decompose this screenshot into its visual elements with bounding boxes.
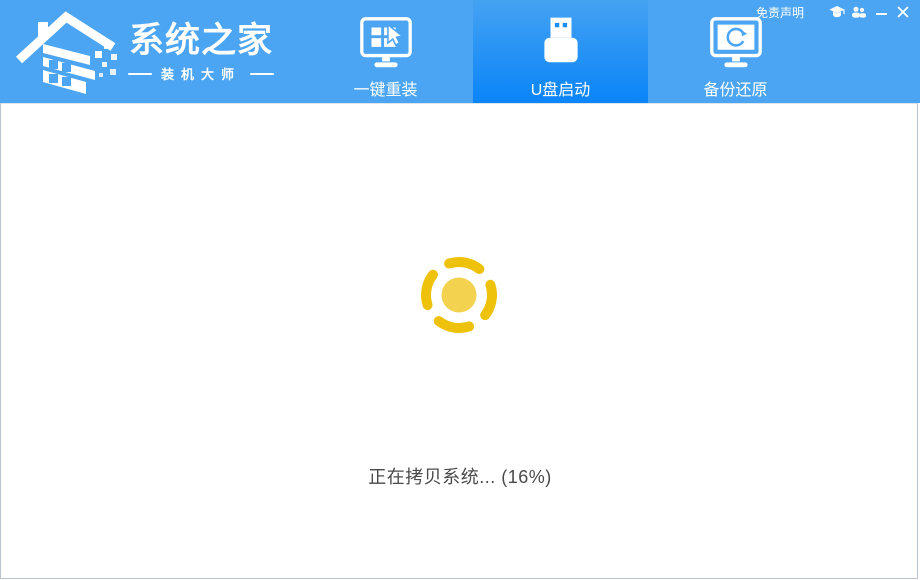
- tab-one-key-reinstall[interactable]: 一键重装: [298, 0, 473, 103]
- monitor-restore-icon: [705, 12, 767, 74]
- brand-text: 系统之家 装机大师: [128, 21, 274, 83]
- copy-progress-status: 正在拷贝系统... (16%): [0, 463, 920, 489]
- titlebar-controls: 免责声明: [756, 4, 912, 20]
- content-area: [0, 103, 918, 579]
- tab-label: U盘启动: [531, 76, 591, 100]
- brand-title: 系统之家: [129, 21, 273, 61]
- disclaimer-link[interactable]: 免责声明: [756, 4, 804, 21]
- tab-label: 一键重装: [353, 76, 417, 100]
- tab-usb-boot[interactable]: U盘启动: [473, 0, 648, 103]
- usb-drive-icon: [533, 12, 589, 74]
- nav-tabs: 一键重装 U盘启动: [298, 0, 823, 103]
- brand-tagline-text: 装机大师: [161, 64, 241, 83]
- minimize-icon[interactable]: [872, 4, 890, 20]
- tagline-dash-right: [250, 73, 274, 75]
- graduation-cap-icon[interactable]: [828, 4, 846, 20]
- app-window: 系统之家 装机大师: [0, 0, 920, 580]
- brand-tagline: 装机大师: [128, 64, 274, 83]
- close-icon[interactable]: [894, 4, 912, 20]
- users-icon[interactable]: [850, 4, 868, 20]
- yellow-ring-spinner-icon: [416, 252, 502, 338]
- tagline-dash-left: [128, 73, 152, 75]
- brand: 系统之家 装机大师: [16, 4, 274, 98]
- tab-label: 备份还原: [703, 76, 767, 100]
- monitor-windows-cursor-icon: [355, 12, 417, 74]
- header-bar: 系统之家 装机大师: [0, 0, 920, 103]
- house-pixels-logo-icon: [16, 4, 120, 98]
